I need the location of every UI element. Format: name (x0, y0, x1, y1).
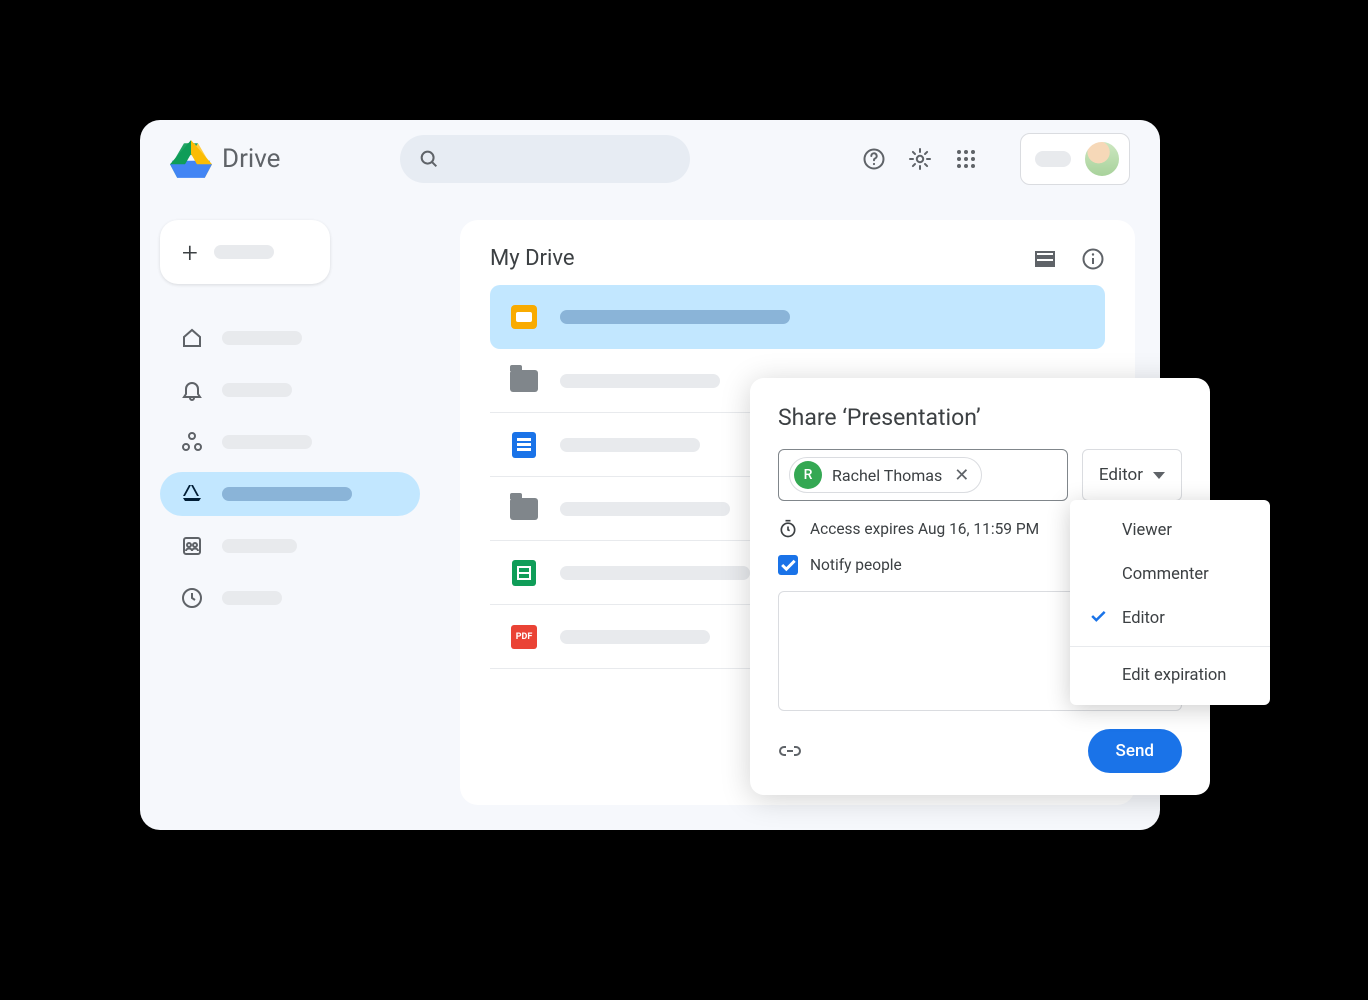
plus-icon: + (182, 236, 198, 269)
info-icon[interactable] (1081, 247, 1105, 271)
sidebar-item-shared-drives[interactable] (160, 524, 420, 568)
search-icon (418, 148, 440, 170)
new-button[interactable]: + (160, 220, 330, 284)
file-row-slides[interactable] (490, 285, 1105, 349)
help-icon[interactable] (862, 147, 886, 171)
role-label: Editor (1099, 465, 1143, 485)
page-title: My Drive (490, 246, 575, 271)
account-switcher[interactable] (1020, 133, 1130, 185)
new-button-label-placeholder (214, 245, 274, 259)
pdf-icon: PDF (510, 623, 538, 651)
send-button[interactable]: Send (1088, 729, 1182, 773)
drive-icon (180, 482, 204, 506)
notify-checkbox[interactable] (778, 555, 798, 575)
app-title: Drive (222, 144, 280, 174)
role-option-edit-expiration[interactable]: Edit expiration (1070, 653, 1270, 697)
role-option-editor[interactable]: Editor (1070, 596, 1270, 640)
sidebar-item-activity[interactable] (160, 368, 420, 412)
workspaces-icon (180, 430, 204, 454)
clock-icon (180, 586, 204, 610)
role-menu: Viewer Commenter Editor Edit expiration (1070, 500, 1270, 705)
notify-label: Notify people (810, 556, 902, 574)
person-name: Rachel Thomas (832, 466, 942, 485)
copy-link-icon[interactable] (778, 739, 802, 763)
bell-icon (180, 378, 204, 402)
caret-down-icon (1153, 472, 1165, 479)
account-label-placeholder (1035, 151, 1071, 167)
remove-person-icon[interactable]: ✕ (952, 465, 971, 486)
sidebar-item-recent[interactable] (160, 576, 420, 620)
sidebar-item-mydrive[interactable] (160, 472, 420, 516)
share-title: Share ‘Presentation’ (778, 404, 1182, 431)
expiration-text: Access expires Aug 16, 11:59 PM (810, 520, 1039, 538)
sidebar-item-workspaces[interactable] (160, 420, 420, 464)
sheets-icon (510, 559, 538, 587)
logo-block[interactable]: Drive (170, 138, 280, 180)
docs-icon (510, 431, 538, 459)
menu-separator (1070, 646, 1270, 647)
role-option-commenter[interactable]: Commenter (1070, 552, 1270, 596)
slides-icon (510, 303, 538, 331)
home-icon (180, 326, 204, 350)
apps-icon[interactable] (954, 147, 978, 171)
sidebar: + (160, 220, 420, 620)
role-option-viewer[interactable]: Viewer (1070, 508, 1270, 552)
avatar[interactable] (1083, 140, 1121, 178)
shared-drives-icon (180, 534, 204, 558)
search-input[interactable] (400, 135, 690, 183)
person-avatar: R (794, 461, 822, 489)
person-chip[interactable]: R Rachel Thomas ✕ (789, 457, 982, 493)
timer-icon (778, 519, 798, 539)
main-head: My Drive (490, 246, 1105, 271)
check-icon (1088, 606, 1108, 631)
header-icons (862, 133, 1130, 185)
drive-logo-icon (170, 138, 212, 180)
list-view-icon[interactable] (1033, 247, 1057, 271)
folder-icon (510, 495, 538, 523)
header: Drive (140, 120, 1160, 198)
settings-icon[interactable] (908, 147, 932, 171)
sidebar-item-home[interactable] (160, 316, 420, 360)
role-dropdown-button[interactable]: Editor (1082, 449, 1182, 501)
people-input[interactable]: R Rachel Thomas ✕ (778, 449, 1068, 501)
folder-icon (510, 367, 538, 395)
